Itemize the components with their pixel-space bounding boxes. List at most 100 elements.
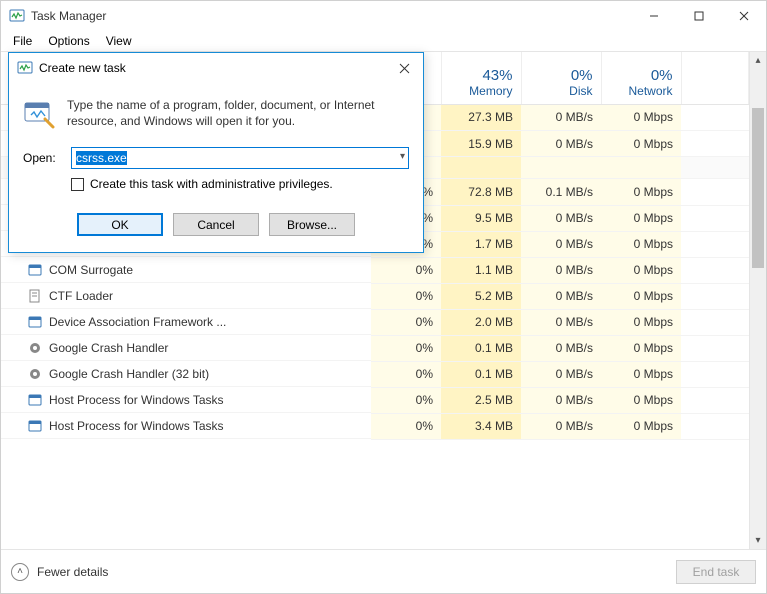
create-task-dialog: Create new task Type the name of a progr… bbox=[8, 52, 424, 253]
scroll-down-icon[interactable]: ▾ bbox=[750, 532, 766, 549]
network-cell: 0 Mbps bbox=[601, 104, 681, 131]
open-label: Open: bbox=[23, 151, 61, 165]
close-button[interactable] bbox=[721, 1, 766, 31]
process-name: Device Association Framework ... bbox=[49, 315, 226, 329]
process-name: Google Crash Handler bbox=[49, 341, 168, 355]
cpu-cell: 0% bbox=[371, 413, 441, 439]
process-icon bbox=[27, 418, 43, 434]
cpu-cell: 0% bbox=[371, 257, 441, 283]
admin-label: Create this task with administrative pri… bbox=[90, 177, 333, 191]
table-row[interactable]: Host Process for Windows Tasks0%3.4 MB0 … bbox=[1, 413, 749, 439]
process-name: Host Process for Windows Tasks bbox=[49, 419, 224, 433]
fewer-details-label: Fewer details bbox=[37, 565, 108, 579]
titlebar[interactable]: Task Manager bbox=[1, 1, 766, 31]
process-icon bbox=[27, 262, 43, 278]
open-input[interactable] bbox=[71, 147, 409, 169]
dialog-instruction: Type the name of a program, folder, docu… bbox=[67, 97, 409, 129]
network-cell: 0 Mbps bbox=[601, 131, 681, 157]
network-cell: 0 Mbps bbox=[601, 309, 681, 335]
process-name-cell: Host Process for Windows Tasks bbox=[1, 387, 371, 413]
memory-cell: 2.5 MB bbox=[441, 387, 521, 413]
chevron-up-icon: ˄ bbox=[11, 563, 29, 581]
memory-cell: 15.9 MB bbox=[441, 131, 521, 157]
process-name-cell: COM Surrogate bbox=[1, 257, 371, 283]
end-task-button[interactable]: End task bbox=[676, 560, 756, 584]
memory-cell: 5.2 MB bbox=[441, 283, 521, 309]
scroll-up-icon[interactable]: ▴ bbox=[750, 52, 766, 69]
window-title: Task Manager bbox=[31, 9, 631, 23]
process-icon bbox=[27, 288, 43, 304]
network-cell: 0 Mbps bbox=[601, 257, 681, 283]
cancel-button[interactable]: Cancel bbox=[173, 213, 259, 236]
footer-bar: ˄ Fewer details End task bbox=[1, 549, 766, 593]
process-name: COM Surrogate bbox=[49, 263, 133, 277]
disk-cell: 0 MB/s bbox=[521, 387, 601, 413]
network-cell: 0 Mbps bbox=[601, 387, 681, 413]
disk-cell: 0 MB/s bbox=[521, 257, 601, 283]
table-row[interactable]: Google Crash Handler0%0.1 MB0 MB/s0 Mbps bbox=[1, 335, 749, 361]
process-name-cell: Host Process for Windows Tasks bbox=[1, 413, 371, 439]
cpu-cell: 0% bbox=[371, 387, 441, 413]
vertical-scrollbar[interactable]: ▴ ▾ bbox=[749, 52, 766, 549]
disk-cell: 0 MB/s bbox=[521, 205, 601, 231]
network-cell: 0 Mbps bbox=[601, 413, 681, 439]
dialog-title: Create new task bbox=[39, 61, 385, 75]
memory-cell: 3.4 MB bbox=[441, 413, 521, 439]
network-cell: 0 Mbps bbox=[601, 283, 681, 309]
menu-file[interactable]: File bbox=[5, 32, 40, 50]
table-row[interactable]: Host Process for Windows Tasks0%2.5 MB0 … bbox=[1, 387, 749, 413]
fewer-details-button[interactable]: ˄ Fewer details bbox=[11, 563, 108, 581]
cpu-cell: 0% bbox=[371, 335, 441, 361]
process-name-cell: Google Crash Handler (32 bit) bbox=[1, 361, 371, 387]
cpu-cell: 0% bbox=[371, 361, 441, 387]
memory-cell: 0.1 MB bbox=[441, 361, 521, 387]
memory-cell: 9.5 MB bbox=[441, 205, 521, 231]
memory-cell: 1.1 MB bbox=[441, 257, 521, 283]
process-name: Google Crash Handler (32 bit) bbox=[49, 367, 209, 381]
admin-checkbox[interactable] bbox=[71, 178, 84, 191]
memory-cell: 72.8 MB bbox=[441, 179, 521, 206]
open-combobox[interactable]: ▾ bbox=[71, 147, 409, 169]
menubar: File Options View bbox=[1, 31, 766, 51]
maximize-button[interactable] bbox=[676, 1, 721, 31]
process-name: Host Process for Windows Tasks bbox=[49, 393, 224, 407]
disk-cell: 0 MB/s bbox=[521, 131, 601, 157]
run-dialog-icon bbox=[23, 97, 55, 129]
col-disk[interactable]: 0%Disk bbox=[521, 52, 601, 104]
network-cell: 0 Mbps bbox=[601, 179, 681, 206]
menu-options[interactable]: Options bbox=[40, 32, 97, 50]
process-icon bbox=[27, 366, 43, 382]
disk-cell: 0 MB/s bbox=[521, 413, 601, 439]
minimize-button[interactable] bbox=[631, 1, 676, 31]
cpu-cell: 0% bbox=[371, 309, 441, 335]
network-cell: 0 Mbps bbox=[601, 231, 681, 257]
chevron-down-icon[interactable]: ▾ bbox=[400, 151, 405, 162]
disk-cell: 0 MB/s bbox=[521, 361, 601, 387]
disk-cell: 0 MB/s bbox=[521, 283, 601, 309]
browse-button[interactable]: Browse... bbox=[269, 213, 355, 236]
cpu-cell: 0% bbox=[371, 283, 441, 309]
scroll-thumb[interactable] bbox=[752, 108, 764, 268]
table-row[interactable]: Device Association Framework ... 0%2.0 MB… bbox=[1, 309, 749, 335]
task-manager-icon bbox=[9, 8, 25, 24]
menu-view[interactable]: View bbox=[98, 32, 140, 50]
memory-cell: 1.7 MB bbox=[441, 231, 521, 257]
table-row[interactable]: Google Crash Handler (32 bit)0%0.1 MB0 M… bbox=[1, 361, 749, 387]
process-name-cell: Google Crash Handler bbox=[1, 335, 371, 361]
disk-cell: 0 MB/s bbox=[521, 104, 601, 131]
memory-cell: 0.1 MB bbox=[441, 335, 521, 361]
table-row[interactable]: CTF Loader 0%5.2 MB0 MB/s0 Mbps bbox=[1, 283, 749, 309]
disk-cell: 0 MB/s bbox=[521, 231, 601, 257]
memory-cell: 27.3 MB bbox=[441, 104, 521, 131]
table-row[interactable]: COM Surrogate 0%1.1 MB0 MB/s0 Mbps bbox=[1, 257, 749, 283]
memory-cell: 2.0 MB bbox=[441, 309, 521, 335]
dialog-titlebar[interactable]: Create new task bbox=[9, 53, 423, 83]
col-memory[interactable]: 43%Memory bbox=[441, 52, 521, 104]
task-manager-icon bbox=[17, 60, 33, 76]
network-cell: 0 Mbps bbox=[601, 361, 681, 387]
ok-button[interactable]: OK bbox=[77, 213, 163, 236]
dialog-close-button[interactable] bbox=[385, 53, 423, 83]
col-network[interactable]: 0%Network bbox=[601, 52, 681, 104]
process-name: CTF Loader bbox=[49, 289, 113, 303]
process-icon bbox=[27, 340, 43, 356]
